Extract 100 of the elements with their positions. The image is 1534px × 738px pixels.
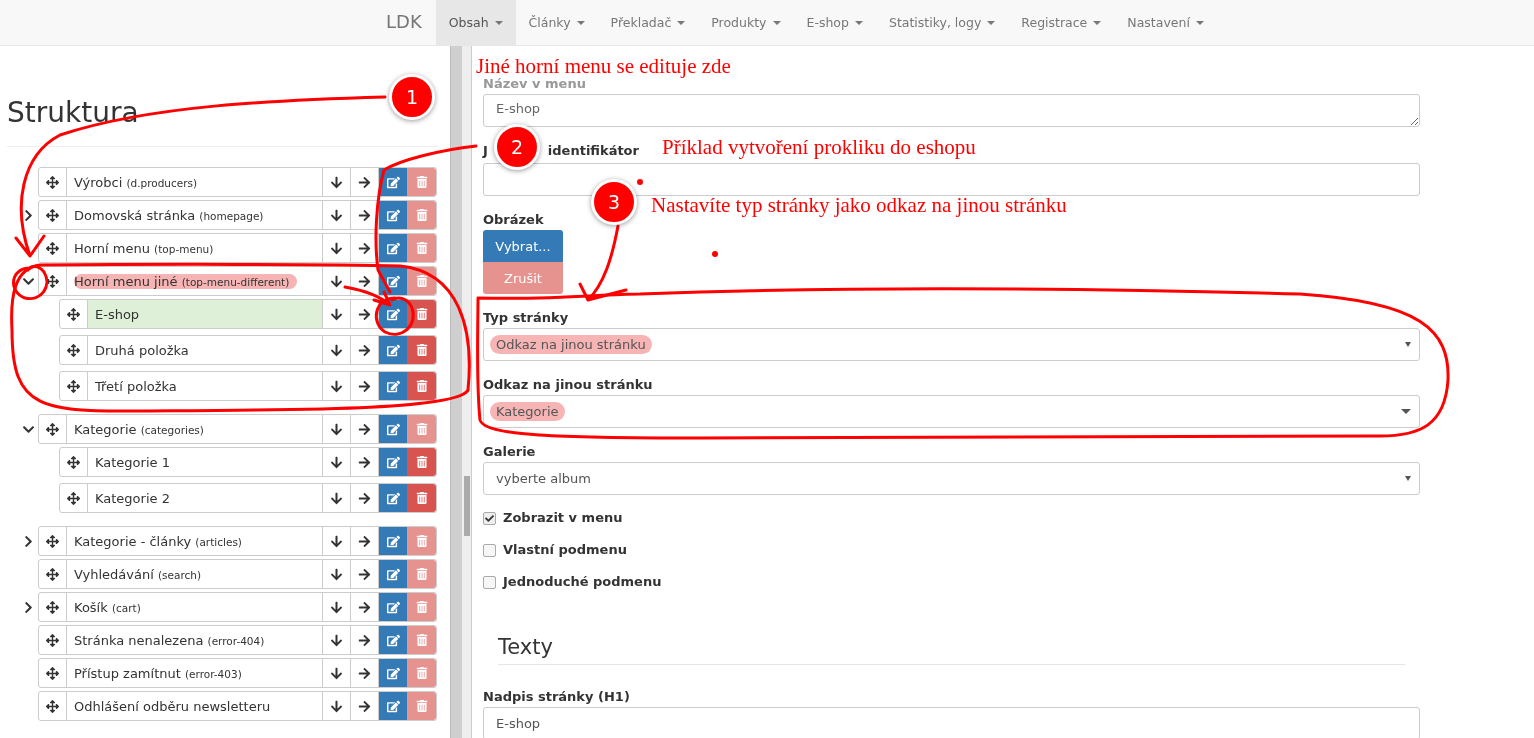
brand[interactable]: LDK bbox=[372, 0, 436, 45]
step-badge: 1 bbox=[389, 74, 435, 120]
edit-icon bbox=[386, 241, 400, 255]
edit-icon bbox=[386, 307, 400, 321]
trash-icon bbox=[415, 380, 428, 392]
caret-icon bbox=[1405, 342, 1411, 347]
nav-menu-item[interactable]: Nastavení bbox=[1114, 0, 1217, 45]
select-field[interactable]: Odkaz na jinou stránku bbox=[483, 328, 1420, 361]
edit-icon bbox=[386, 379, 400, 393]
nav-menu-item[interactable]: Statistiky, logy bbox=[875, 0, 1009, 45]
field-label: J bbox=[483, 143, 488, 159]
trash-icon bbox=[415, 176, 428, 188]
edit-icon bbox=[386, 633, 400, 647]
edit-icon bbox=[386, 455, 400, 469]
edit-icon bbox=[386, 699, 400, 713]
tree-item[interactable]: E-shop bbox=[88, 300, 323, 328]
edit-icon bbox=[386, 422, 400, 436]
nav-menu-item[interactable]: Obsah bbox=[435, 0, 516, 45]
annotation-text: Příklad vytvoření prokliku do eshopu bbox=[662, 137, 976, 158]
field-label: Typ stránky bbox=[483, 310, 569, 326]
trash-icon bbox=[415, 601, 428, 613]
trash-icon bbox=[415, 423, 428, 435]
trash-icon bbox=[415, 535, 428, 547]
edit-icon bbox=[386, 175, 400, 189]
scrollbar[interactable] bbox=[450, 46, 472, 738]
trash-icon bbox=[415, 209, 428, 221]
edit-button[interactable] bbox=[379, 372, 407, 400]
name-field[interactable]: E-shop bbox=[483, 94, 1420, 127]
delete-button[interactable] bbox=[407, 448, 436, 476]
edit-button[interactable] bbox=[379, 201, 407, 229]
input-field[interactable]: E-shop bbox=[483, 707, 1420, 738]
step-badge: 3 bbox=[591, 179, 637, 225]
nav-menu-item[interactable]: Produkty bbox=[698, 0, 794, 45]
edit-icon bbox=[386, 491, 400, 505]
checkbox[interactable] bbox=[483, 543, 496, 557]
edit-icon bbox=[386, 666, 400, 680]
edit-button[interactable] bbox=[379, 593, 407, 621]
select-field[interactable]: vyberte album bbox=[483, 462, 1420, 495]
edit-button[interactable] bbox=[379, 234, 407, 262]
panel-title: Struktura bbox=[7, 95, 139, 131]
field-label: identifikátor bbox=[547, 143, 639, 159]
edit-button[interactable] bbox=[379, 692, 407, 720]
nav-menu-item[interactable]: Články bbox=[515, 0, 598, 45]
checkbox[interactable] bbox=[483, 511, 496, 525]
caret-icon bbox=[1093, 20, 1102, 25]
trash-icon bbox=[415, 456, 428, 468]
nav-menu-item[interactable]: Registrace bbox=[1008, 0, 1115, 45]
field-label: Název v menu bbox=[483, 76, 586, 92]
field-label: Odkaz na jinou stránku bbox=[483, 377, 653, 393]
edit-button[interactable] bbox=[379, 336, 407, 364]
caret-icon bbox=[987, 20, 996, 25]
caret-icon bbox=[1195, 20, 1204, 25]
field-label: Nadpis stránky (H1) bbox=[483, 689, 630, 705]
trash-icon bbox=[415, 634, 428, 646]
caret-icon bbox=[772, 20, 781, 25]
checkbox[interactable] bbox=[483, 575, 496, 589]
caret-icon bbox=[1405, 476, 1411, 481]
edit-button[interactable] bbox=[379, 448, 407, 476]
select-field[interactable]: Kategorie bbox=[483, 395, 1420, 428]
edit-icon bbox=[386, 343, 400, 357]
delete-button[interactable] bbox=[407, 336, 436, 364]
section-heading: Texty bbox=[498, 634, 1405, 665]
edit-icon bbox=[386, 534, 400, 548]
edit-icon bbox=[386, 274, 400, 288]
trash-icon bbox=[415, 492, 428, 504]
trash-icon bbox=[415, 568, 428, 580]
field-label: Obrázek bbox=[483, 212, 544, 228]
trash-icon bbox=[415, 308, 428, 320]
checkbox-label: Vlastní podmenu bbox=[503, 542, 627, 558]
edit-button[interactable] bbox=[379, 415, 407, 443]
caret-icon bbox=[677, 20, 686, 25]
caret-icon bbox=[1401, 409, 1411, 414]
edit-button[interactable] bbox=[379, 527, 407, 555]
trash-icon bbox=[415, 275, 428, 287]
edit-button[interactable] bbox=[379, 626, 407, 654]
annotation-dot bbox=[712, 251, 718, 257]
edit-button[interactable] bbox=[379, 659, 407, 687]
field-label: Galerie bbox=[483, 444, 536, 460]
edit-icon bbox=[386, 567, 400, 581]
edit-button[interactable] bbox=[379, 484, 407, 512]
input-field[interactable] bbox=[483, 163, 1420, 196]
checkbox-label: Zobrazit v menu bbox=[503, 510, 623, 526]
caret-icon bbox=[576, 20, 585, 25]
caret-icon bbox=[494, 20, 503, 25]
edit-button[interactable] bbox=[379, 560, 407, 588]
trash-icon bbox=[415, 242, 428, 254]
nav-menu-item[interactable]: E-shop bbox=[793, 0, 876, 45]
annotation-dot bbox=[637, 179, 643, 185]
edit-icon bbox=[386, 600, 400, 614]
annotation-text: Nastavíte typ stránky jako odkaz na jinou stránku bbox=[651, 195, 1067, 216]
choose-button[interactable]: Vybrat... bbox=[483, 230, 563, 262]
annotation-arrow bbox=[343, 285, 392, 307]
delete-button[interactable] bbox=[407, 372, 436, 400]
caret-icon bbox=[854, 20, 863, 25]
annotation-text: Jiné horní menu se edituje zde bbox=[476, 56, 731, 77]
edit-icon bbox=[386, 208, 400, 222]
nav-menu-item[interactable]: Překladač bbox=[597, 0, 699, 45]
delete-button[interactable] bbox=[407, 484, 436, 512]
trash-icon bbox=[415, 667, 428, 679]
trash-icon bbox=[415, 344, 428, 356]
